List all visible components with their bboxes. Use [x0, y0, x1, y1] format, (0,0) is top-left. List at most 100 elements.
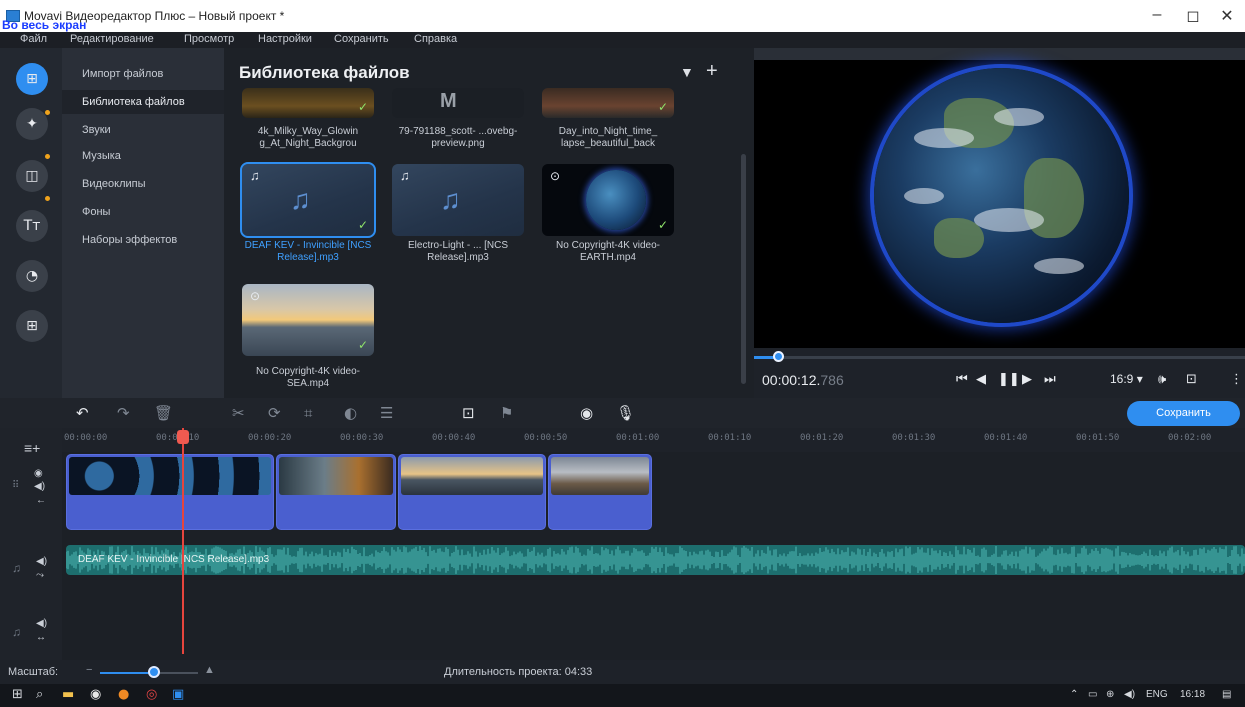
- library-item-thumbnail[interactable]: ⊙ ✓: [542, 164, 674, 236]
- titles-icon[interactable]: Tт: [16, 210, 48, 242]
- audio-link-icon[interactable]: ↔: [36, 632, 46, 643]
- library-item-thumbnail[interactable]: ✓: [242, 88, 374, 118]
- rotate-icon[interactable]: ⟳: [268, 404, 281, 422]
- library-item-label: Day_into_Night_time_ lapse_beautiful_bac…: [558, 126, 658, 149]
- category-videoclips[interactable]: Видеоклипы: [62, 172, 224, 196]
- menu-settings[interactable]: Настройки: [258, 33, 312, 45]
- tray-chevron-icon[interactable]: ⌃: [1070, 689, 1078, 700]
- audio-link-icon[interactable]: ⤳: [36, 570, 44, 581]
- more-tools-icon[interactable]: ⊞: [16, 310, 48, 342]
- category-effect-packs[interactable]: Наборы эффектов: [62, 228, 224, 252]
- filter-icon[interactable]: ▼: [680, 64, 694, 80]
- plus-icon[interactable]: +: [706, 60, 718, 83]
- timeline-ruler[interactable]: 00:00:00 00:00:10 00:00:20 00:00:30 00:0…: [62, 428, 1245, 452]
- movavi-taskbar-icon[interactable]: ▣: [172, 687, 184, 702]
- redo-icon[interactable]: ↷: [117, 404, 130, 422]
- library-item-thumbnail[interactable]: ✓: [542, 88, 674, 118]
- timeline-tracks[interactable]: DEAF KEV - Invincible [NCS Release].mp3: [62, 452, 1245, 660]
- menu-save[interactable]: Сохранить: [334, 33, 389, 45]
- zoom-slider-handle[interactable]: [147, 666, 160, 678]
- delete-icon[interactable]: 🗑: [154, 404, 173, 422]
- visibility-icon[interactable]: ◉: [34, 468, 43, 479]
- sticker-icon[interactable]: ◔: [16, 260, 48, 292]
- snapshot-icon[interactable]: ⊡: [1186, 372, 1197, 387]
- library-item-thumbnail[interactable]: M: [392, 88, 524, 118]
- windows-start-icon[interactable]: ⊞: [12, 687, 23, 702]
- grip-icon[interactable]: ⠿: [12, 480, 19, 491]
- magic-wand-icon[interactable]: ✦: [16, 108, 48, 140]
- video-clip-night[interactable]: [276, 454, 396, 530]
- playhead-handle[interactable]: [177, 430, 189, 444]
- tray-volume-icon[interactable]: ◀): [1124, 689, 1135, 700]
- category-music[interactable]: Музыка: [62, 144, 224, 168]
- menu-help[interactable]: Справка: [414, 33, 457, 45]
- undo-icon[interactable]: ↶: [76, 404, 89, 422]
- minimize-button[interactable]: –: [1142, 6, 1172, 24]
- audio-clip[interactable]: DEAF KEV - Invincible [NCS Release].mp3: [66, 545, 1245, 575]
- audio-volume-icon[interactable]: ◀): [36, 618, 47, 629]
- zoom-out-icon[interactable]: −: [86, 664, 92, 676]
- library-item-thumbnail[interactable]: ⊙ ✓: [242, 284, 374, 356]
- menu-edit[interactable]: Редактирование: [70, 33, 154, 45]
- library-scrollbar[interactable]: [741, 154, 746, 384]
- cut-icon[interactable]: ✂: [232, 404, 245, 422]
- video-clip-landscape[interactable]: [548, 454, 652, 530]
- category-import[interactable]: Импорт файлов: [62, 62, 224, 86]
- color-adjust-icon[interactable]: ◐: [344, 404, 357, 422]
- clock[interactable]: 16:18: [1180, 689, 1205, 700]
- category-library[interactable]: Библиотека файлов: [62, 90, 224, 114]
- clip-frames: [401, 457, 543, 495]
- category-sounds[interactable]: Звуки: [62, 118, 224, 142]
- fullscreen-hint[interactable]: Во весь экран: [2, 18, 86, 32]
- save-button[interactable]: Сохранить: [1127, 401, 1240, 426]
- firefox-icon[interactable]: ●: [118, 687, 129, 702]
- track-volume-icon[interactable]: ◀): [34, 481, 45, 492]
- video-clip-sea[interactable]: [398, 454, 546, 530]
- playback-progress-track[interactable]: [754, 356, 1245, 359]
- transition-icon[interactable]: ◫: [16, 160, 48, 192]
- aspect-ratio-select[interactable]: 16:9 ▾: [1110, 372, 1143, 386]
- microphone-icon[interactable]: 🎙: [616, 404, 635, 422]
- audio-volume-icon[interactable]: ◀): [36, 556, 47, 567]
- crop-icon[interactable]: ⌗: [304, 404, 312, 422]
- properties-icon[interactable]: ☰: [380, 404, 393, 422]
- pause-icon[interactable]: ❚❚: [998, 372, 1020, 387]
- notifications-icon[interactable]: ▤: [1222, 689, 1231, 700]
- file-explorer-icon[interactable]: ▬: [62, 687, 74, 702]
- record-app-icon[interactable]: ◎: [146, 687, 157, 702]
- zoom-in-icon[interactable]: ▲: [204, 664, 215, 676]
- logo-image-icon: M: [440, 90, 457, 112]
- browser-icon[interactable]: ◉: [90, 687, 101, 702]
- menu-bar: Файл Редактирование Просмотр Настройки С…: [0, 32, 1245, 48]
- volume-icon[interactable]: 🕪: [1158, 372, 1166, 387]
- library-item-thumbnail[interactable]: ♫ ♫ ✓: [240, 162, 376, 238]
- category-backgrounds[interactable]: Фоны: [62, 200, 224, 224]
- close-button[interactable]: ✕: [1212, 6, 1242, 26]
- playback-progress-handle[interactable]: [772, 351, 784, 362]
- maximize-button[interactable]: ◻: [1178, 6, 1208, 26]
- tray-network-icon[interactable]: ▭: [1088, 689, 1097, 700]
- insert-media-icon[interactable]: ⊡: [462, 404, 475, 422]
- library-item-thumbnail[interactable]: ♫ ♫: [392, 164, 524, 236]
- play-icon: ⊙: [550, 169, 561, 183]
- keyboard-language[interactable]: ENG: [1146, 689, 1168, 700]
- marker-flag-icon[interactable]: ⚑: [500, 404, 513, 422]
- zoom-label: Масштаб:: [8, 666, 59, 678]
- video-clip-earth[interactable]: [66, 454, 274, 530]
- unlink-icon[interactable]: ←: [36, 495, 46, 506]
- add-track-icon[interactable]: ≡+: [24, 440, 40, 456]
- webcam-record-icon[interactable]: ◉: [580, 404, 593, 422]
- search-icon[interactable]: ⌕: [36, 687, 43, 702]
- menu-view[interactable]: Просмотр: [184, 33, 234, 45]
- more-options-icon[interactable]: ⋮: [1230, 372, 1243, 387]
- skip-start-icon[interactable]: ⏮: [956, 372, 968, 387]
- menu-file[interactable]: Файл: [20, 33, 47, 45]
- skip-end-icon[interactable]: ⏭: [1044, 372, 1056, 387]
- check-icon: ✓: [357, 100, 368, 114]
- next-frame-icon[interactable]: ▶: [1022, 372, 1032, 387]
- tray-globe-icon[interactable]: ⊕: [1106, 689, 1114, 700]
- import-icon[interactable]: ⊞: [16, 63, 48, 95]
- prev-frame-icon[interactable]: ◀: [976, 372, 986, 387]
- time-main: 00:00:12.: [762, 372, 821, 388]
- ruler-tick: 00:00:20: [248, 433, 292, 443]
